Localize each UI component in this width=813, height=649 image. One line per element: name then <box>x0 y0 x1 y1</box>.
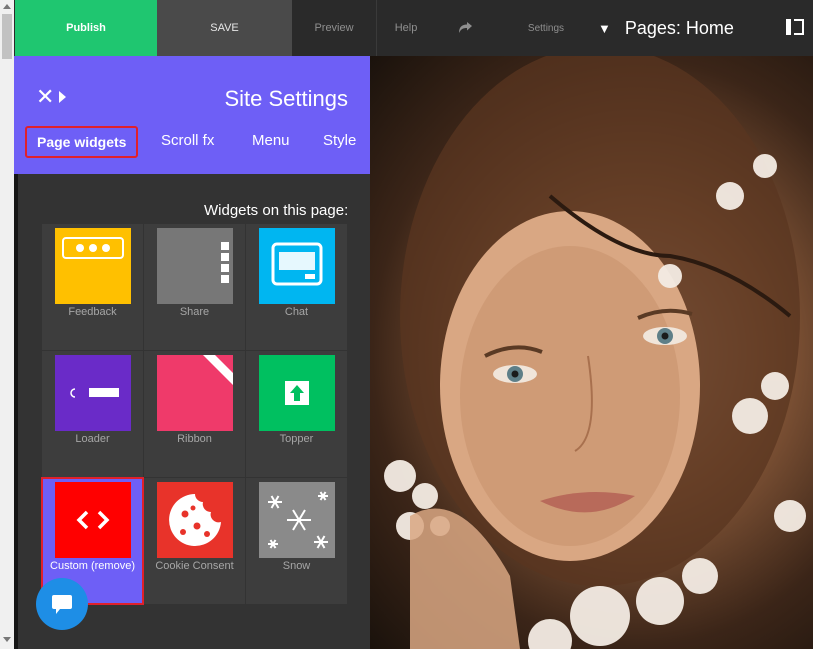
loader-thumbnail <box>55 355 131 431</box>
tab-style[interactable]: Style <box>323 132 356 149</box>
widgets-grid: Feedback Share Chat Loader Ribbon Topper… <box>41 224 348 606</box>
widget-label: Custom (remove) <box>50 560 135 572</box>
share-thumbnail <box>157 228 233 304</box>
tab-scroll-fx[interactable]: Scroll fx <box>161 132 214 149</box>
chat-thumbnail <box>259 228 335 304</box>
widget-snow[interactable]: Snow <box>246 478 347 604</box>
widget-label: Feedback <box>68 306 117 318</box>
widget-cookie-consent[interactable]: Cookie Consent <box>144 478 245 604</box>
redo-icon <box>459 22 472 33</box>
pages-dropdown[interactable]: ▼ Pages: Home <box>598 0 734 56</box>
tab-menu[interactable]: Menu <box>252 132 290 149</box>
snow-thumbnail <box>259 482 335 558</box>
feedback-thumbnail <box>55 228 131 304</box>
save-button[interactable]: SAVE <box>157 0 292 56</box>
widget-label: Snow <box>282 560 311 572</box>
panel-toggle-icon[interactable] <box>786 19 804 35</box>
preview-button[interactable]: Preview <box>292 0 376 56</box>
scroll-thumb[interactable] <box>2 14 12 59</box>
widget-topper[interactable]: Topper <box>246 351 347 477</box>
cookie-consent-thumbnail <box>157 482 233 558</box>
pages-label: Pages: Home <box>624 17 734 38</box>
redo-button[interactable] <box>446 0 486 56</box>
widget-chat[interactable]: Chat <box>246 224 347 350</box>
collapse-arrow-icon[interactable] <box>59 91 66 103</box>
widget-label: Share <box>179 306 210 318</box>
widget-label: Topper <box>279 433 314 445</box>
help-button[interactable]: Help <box>380 0 432 56</box>
panel-edge <box>14 174 18 649</box>
widget-share[interactable]: Share <box>144 224 245 350</box>
publish-button[interactable]: Publish <box>15 0 157 56</box>
scroll-down-arrow-icon[interactable] <box>3 637 11 642</box>
topper-thumbnail <box>259 355 335 431</box>
help-label: Help <box>394 22 418 34</box>
widget-label: Loader <box>75 433 110 445</box>
panel-title: Site Settings <box>224 86 348 111</box>
widget-label: Cookie Consent <box>155 560 234 572</box>
widgets-heading: Widgets on this page: <box>204 202 349 219</box>
top-toolbar: Publish SAVE Preview Help Settings ▼ Pag… <box>0 0 813 56</box>
chat-icon <box>52 595 72 614</box>
page-hero-photo <box>370 56 813 649</box>
preview-label: Preview <box>314 22 354 34</box>
widget-label: Ribbon <box>177 433 212 445</box>
custom-thumbnail <box>55 482 131 558</box>
toolbar-divider <box>376 0 377 56</box>
chat-bubble-button[interactable] <box>36 578 88 630</box>
ribbon-thumbnail <box>157 355 233 431</box>
scroll-up-arrow-icon[interactable] <box>3 4 11 9</box>
close-icon[interactable]: ✕ <box>36 84 54 110</box>
widget-label: Chat <box>284 306 309 318</box>
widget-ribbon[interactable]: Ribbon <box>144 351 245 477</box>
tab-page-widgets[interactable]: Page widgets <box>25 126 139 158</box>
scrollbar[interactable] <box>0 0 14 649</box>
site-settings-panel: ✕ Site Settings Page widgets Scroll fx M… <box>14 56 370 649</box>
panel-header: ✕ Site Settings Page widgets Scroll fx M… <box>14 56 370 174</box>
settings-label: Settings <box>527 22 565 34</box>
chevron-down-icon: ▼ <box>598 20 611 36</box>
widget-loader[interactable]: Loader <box>42 351 143 477</box>
widget-feedback[interactable]: Feedback <box>42 224 143 350</box>
settings-button[interactable]: Settings <box>514 0 578 56</box>
